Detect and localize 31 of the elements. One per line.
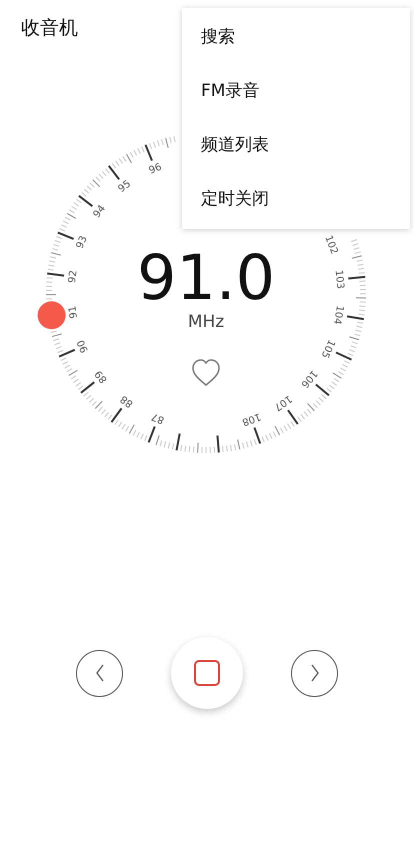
dial-label: 108 <box>240 410 262 428</box>
dial-label: 92 <box>67 270 80 284</box>
dial-label: 105 <box>318 338 337 360</box>
dial-label: 95 <box>116 178 134 195</box>
tuning-knob[interactable] <box>38 301 66 330</box>
dial-label: 107 <box>272 392 294 413</box>
menu-item[interactable]: 搜索 <box>182 11 410 65</box>
dial-label: 94 <box>92 203 108 220</box>
dial-label: 91 <box>67 305 80 320</box>
dial-label: 102 <box>322 234 340 256</box>
dial-label: 90 <box>76 338 91 354</box>
dial-label: 104 <box>330 304 345 326</box>
frequency-value: 91.0 <box>136 241 276 314</box>
menu-item[interactable]: FM录音 <box>182 65 410 119</box>
stop-button[interactable] <box>171 637 243 709</box>
dial-label: 93 <box>74 234 90 250</box>
app-title: 收音机 <box>21 17 78 39</box>
menu-item[interactable]: 定时关闭 <box>182 173 410 227</box>
menu-item[interactable]: 频道列表 <box>182 119 410 173</box>
dial-label: 96 <box>147 162 164 177</box>
dial-label: 88 <box>118 392 136 410</box>
frequency-unit: MHz <box>188 312 224 332</box>
previous-button[interactable] <box>76 650 123 696</box>
chevron-left-icon <box>94 664 104 682</box>
next-button[interactable] <box>291 650 338 696</box>
dial-label: 103 <box>332 269 346 290</box>
dial-label: 89 <box>93 368 110 385</box>
chevron-right-icon <box>310 664 320 682</box>
favorite-icon[interactable] <box>192 359 220 386</box>
dial-label: 87 <box>150 410 166 426</box>
stop-icon <box>194 660 220 686</box>
